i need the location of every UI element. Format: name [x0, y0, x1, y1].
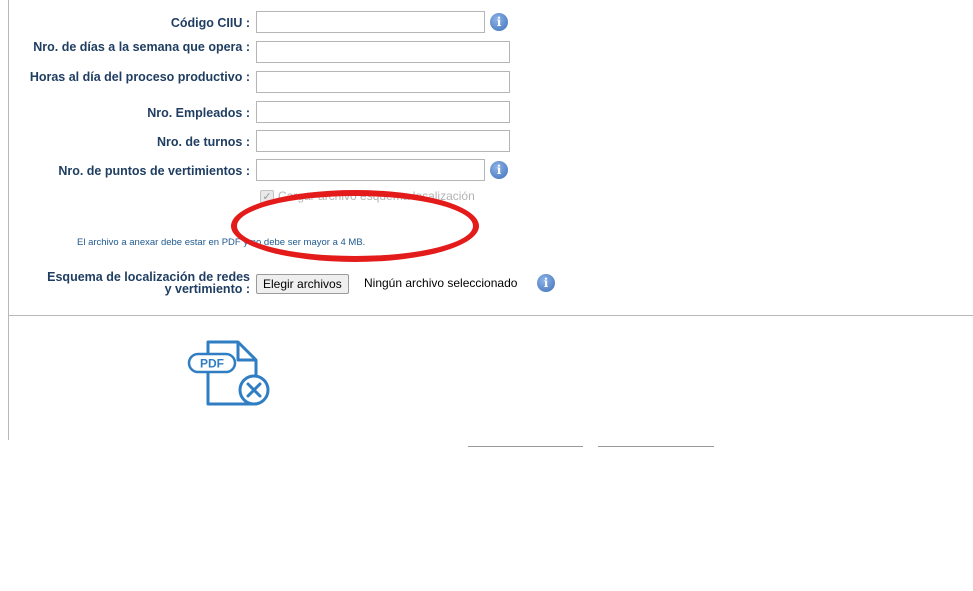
pdf-remove-icon[interactable]: PDF — [186, 338, 278, 408]
info-icon[interactable]: i — [537, 274, 555, 292]
footer-underline-1 — [468, 446, 583, 447]
left-border-line — [8, 0, 9, 440]
horas-dia-input[interactable] — [256, 71, 510, 93]
red-annotation-oval — [231, 190, 479, 262]
empleados-label: Nro. Empleados : — [147, 106, 250, 120]
pdf-label: PDF — [200, 357, 224, 371]
puntos-vertimientos-input[interactable] — [256, 159, 485, 181]
codigo-ciiu-label: Código CIIU : — [170, 16, 250, 30]
turnos-input[interactable] — [256, 130, 510, 152]
esquema-localizacion-label: Esquema de localización de redes y verti… — [10, 271, 250, 296]
turnos-label: Nro. de turnos : — [156, 135, 250, 149]
footer-underline-2 — [598, 446, 714, 447]
choose-files-button[interactable]: Elegir archivos — [256, 274, 349, 294]
esquema-label-line2: y vertimiento : — [164, 282, 250, 296]
file-status-text: Ningún archivo seleccionado — [364, 276, 518, 290]
section-divider — [8, 315, 973, 316]
dias-semana-label: Nro. de días a la semana que opera : — [33, 40, 250, 54]
horas-dia-label: Horas al día del proceso productivo : — [29, 70, 250, 84]
codigo-ciiu-input[interactable] — [256, 11, 485, 33]
dias-semana-input[interactable] — [256, 41, 510, 63]
info-icon[interactable]: i — [490, 13, 508, 31]
empleados-input[interactable] — [256, 101, 510, 123]
puntos-vertimientos-label: Nro. de puntos de vertimientos : — [58, 164, 250, 178]
info-icon[interactable]: i — [490, 161, 508, 179]
